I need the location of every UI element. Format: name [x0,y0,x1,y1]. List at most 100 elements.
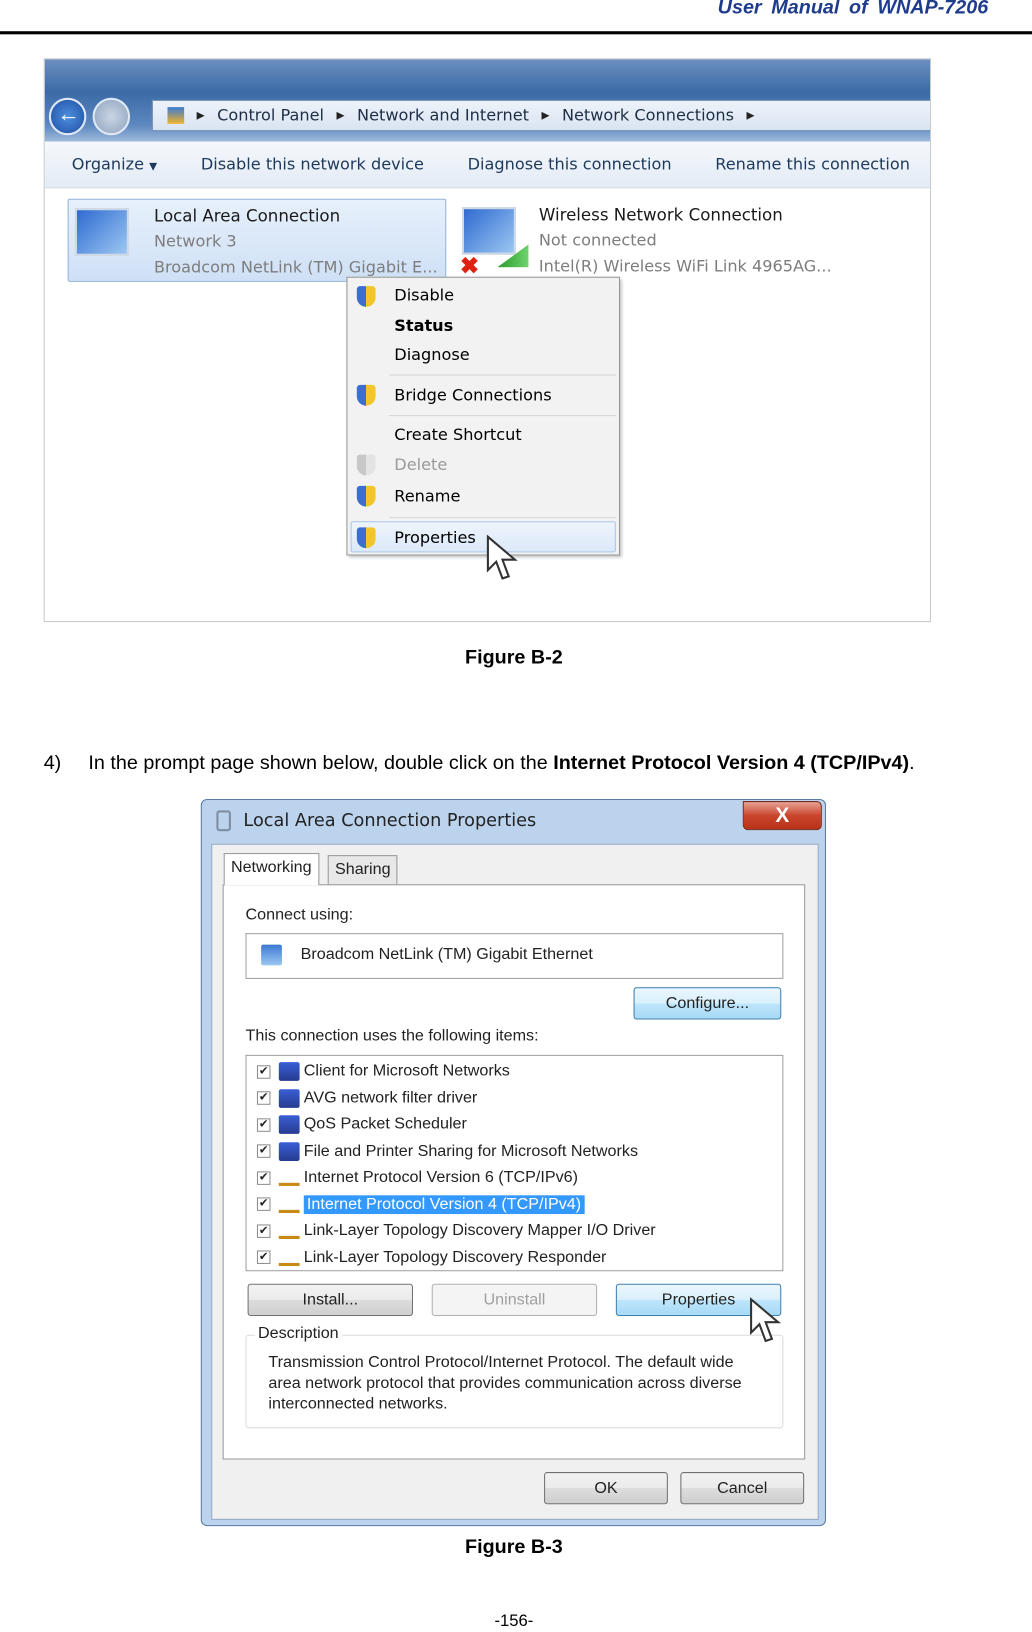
chevron-right-icon: ▶ [541,109,550,122]
menu-item-diagnose[interactable]: Diagnose [394,345,469,364]
close-button[interactable]: X [742,801,822,831]
address-bar[interactable]: ▶ Control Panel ▶ Network and Internet ▶… [151,99,931,132]
list-item-label: Internet Protocol Version 6 (TCP/IPv6) [303,1168,579,1186]
connection-name: Wireless Network Connection [538,204,783,225]
connection-name: Local Area Connection [153,205,341,226]
page-number: -156- [494,1612,534,1631]
service-icon [278,1115,300,1134]
breadcrumb-control-panel[interactable]: Control Panel [217,106,324,125]
figure-caption: Figure B-3 [465,1536,563,1559]
items-list: ✔ Client for Microsoft Networks ✔ AVG netwo… [245,1054,784,1272]
list-item[interactable]: ✔ File and Printer Sharing for Microsoft … [256,1139,639,1164]
description-text: Transmission Control Protocol/Internet P… [268,1353,742,1413]
rename-button[interactable]: Rename this connection [715,155,910,174]
dialog-body: Networking Sharing Connect using: Broadc… [211,843,819,1520]
back-button[interactable]: ← [48,97,87,136]
list-item-label: AVG network filter driver [303,1088,478,1107]
menu-item-create-shortcut[interactable]: Create Shortcut [394,425,521,444]
menu-item-bridge[interactable]: Bridge Connections [394,386,551,405]
list-item-label: Client for Microsoft Networks [303,1062,510,1080]
configure-button[interactable]: Configure... [633,987,782,1020]
checkbox[interactable]: ✔ [256,1223,271,1238]
shield-icon [356,527,376,549]
cancel-button[interactable]: Cancel [680,1472,805,1505]
network-adapter-icon [74,208,129,256]
shield-icon [356,286,376,307]
checkbox[interactable]: ✔ [256,1091,271,1105]
tab-networking[interactable]: Networking [223,853,319,886]
chevron-right-icon: ▶ [196,109,205,122]
menu-separator [389,374,616,376]
network-icon [216,810,231,832]
connection-device: Intel(R) Wireless WiFi Link 4965AG... [538,256,832,276]
checkbox[interactable]: ✔ [256,1197,271,1211]
local-area-connection-tile[interactable]: Local Area Connection Network 3 Broadcom… [67,198,447,282]
protocol-icon [278,1229,300,1239]
forward-button[interactable] [92,97,131,136]
control-panel-icon [167,107,185,124]
shield-icon [356,485,376,507]
list-item[interactable]: ✔ Link-Layer Topology Discovery Responder [256,1245,607,1270]
menu-item-properties[interactable]: Properties [394,528,476,547]
protocol-icon [278,1202,300,1213]
list-item[interactable]: ✔ Internet Protocol Version 4 (TCP/IPv4) [256,1192,585,1217]
uninstall-button: Uninstall [431,1283,598,1316]
breadcrumb-network-internet[interactable]: Network and Internet [357,106,529,125]
chevron-right-icon: ▶ [746,109,755,122]
chevron-right-icon: ▶ [336,109,345,122]
step-text-bold: Internet Protocol Version 4 (TCP/IPv4) [553,752,910,774]
items-label: This connection uses the following items… [245,1026,539,1045]
install-button[interactable]: Install... [247,1283,413,1316]
header-divider [0,31,1032,35]
menu-item-delete: Delete [394,455,448,475]
connect-using-label: Connect using: [245,906,354,924]
ok-button[interactable]: OK [544,1472,668,1505]
list-item[interactable]: ✔ Internet Protocol Version 6 (TCP/IPv6) [256,1165,579,1190]
wireless-connection-tile[interactable]: ✖ Wireless Network Connection Not connec… [456,199,893,282]
shield-icon [356,384,376,406]
menu-separator [389,517,616,519]
diagnose-button[interactable]: Diagnose this connection [468,155,672,174]
list-item-label: File and Printer Sharing for Microsoft N… [303,1141,639,1160]
step-text-end: . [909,752,915,774]
network-connections-window: ← ▶ Control Panel ▶ Network and Internet… [43,58,932,623]
dialog-title: Local Area Connection Properties [243,810,537,832]
checkbox[interactable]: ✔ [256,1064,271,1079]
checkbox[interactable]: ✔ [256,1117,271,1132]
properties-dialog: Local Area Connection Properties X Netwo… [200,798,826,1527]
dropdown-icon: ▼ [149,161,158,173]
wireless-adapter-icon [461,207,516,255]
checkbox[interactable]: ✔ [256,1250,271,1264]
service-icon [278,1141,300,1161]
description-label: Description [254,1324,342,1344]
tab-sharing[interactable]: Sharing [327,855,398,886]
context-menu: Disable Status Diagnose Bridge Connectio… [346,276,621,556]
protocol-icon [278,1255,300,1266]
list-item-label: Link-Layer Topology Discovery Mapper I/O… [303,1221,656,1239]
list-item-label: Internet Protocol Version 4 (TCP/IPv4) [303,1194,585,1214]
step-text-plain: In the prompt page shown below, double c… [88,752,554,774]
menu-item-rename[interactable]: Rename [394,487,460,506]
shield-icon [356,454,376,476]
organize-button[interactable]: Organize ▼ [72,155,157,174]
checkbox[interactable]: ✔ [256,1170,271,1185]
breadcrumb-network-connections[interactable]: Network Connections [562,106,734,125]
connection-status: Not connected [538,230,657,250]
menu-item-status[interactable]: Status [394,316,453,335]
disable-device-button[interactable]: Disable this network device [201,155,424,174]
networking-panel: Connect using: Broadcom NetLink (TM) Gig… [222,884,806,1460]
protocol-icon [278,1176,300,1186]
menu-item-disable[interactable]: Disable [394,286,454,305]
checkbox[interactable]: ✔ [256,1144,271,1158]
list-item-label: Link-Layer Topology Discovery Responder [303,1247,607,1266]
connection-device: Broadcom NetLink (TM) Gigabit E... [153,257,438,277]
mouse-cursor-icon [750,1297,781,1343]
mouse-cursor-icon [486,534,518,580]
connection-status: Network 3 [153,231,237,251]
list-item[interactable]: ✔ AVG network filter driver [256,1086,478,1111]
list-item[interactable]: ✔ Client for Microsoft Networks [256,1059,510,1084]
list-item[interactable]: ✔ QoS Packet Scheduler [256,1112,467,1137]
list-item[interactable]: ✔ Link-Layer Topology Discovery Mapper I/… [256,1218,656,1243]
adapter-icon [261,944,282,966]
client-icon [278,1062,300,1081]
